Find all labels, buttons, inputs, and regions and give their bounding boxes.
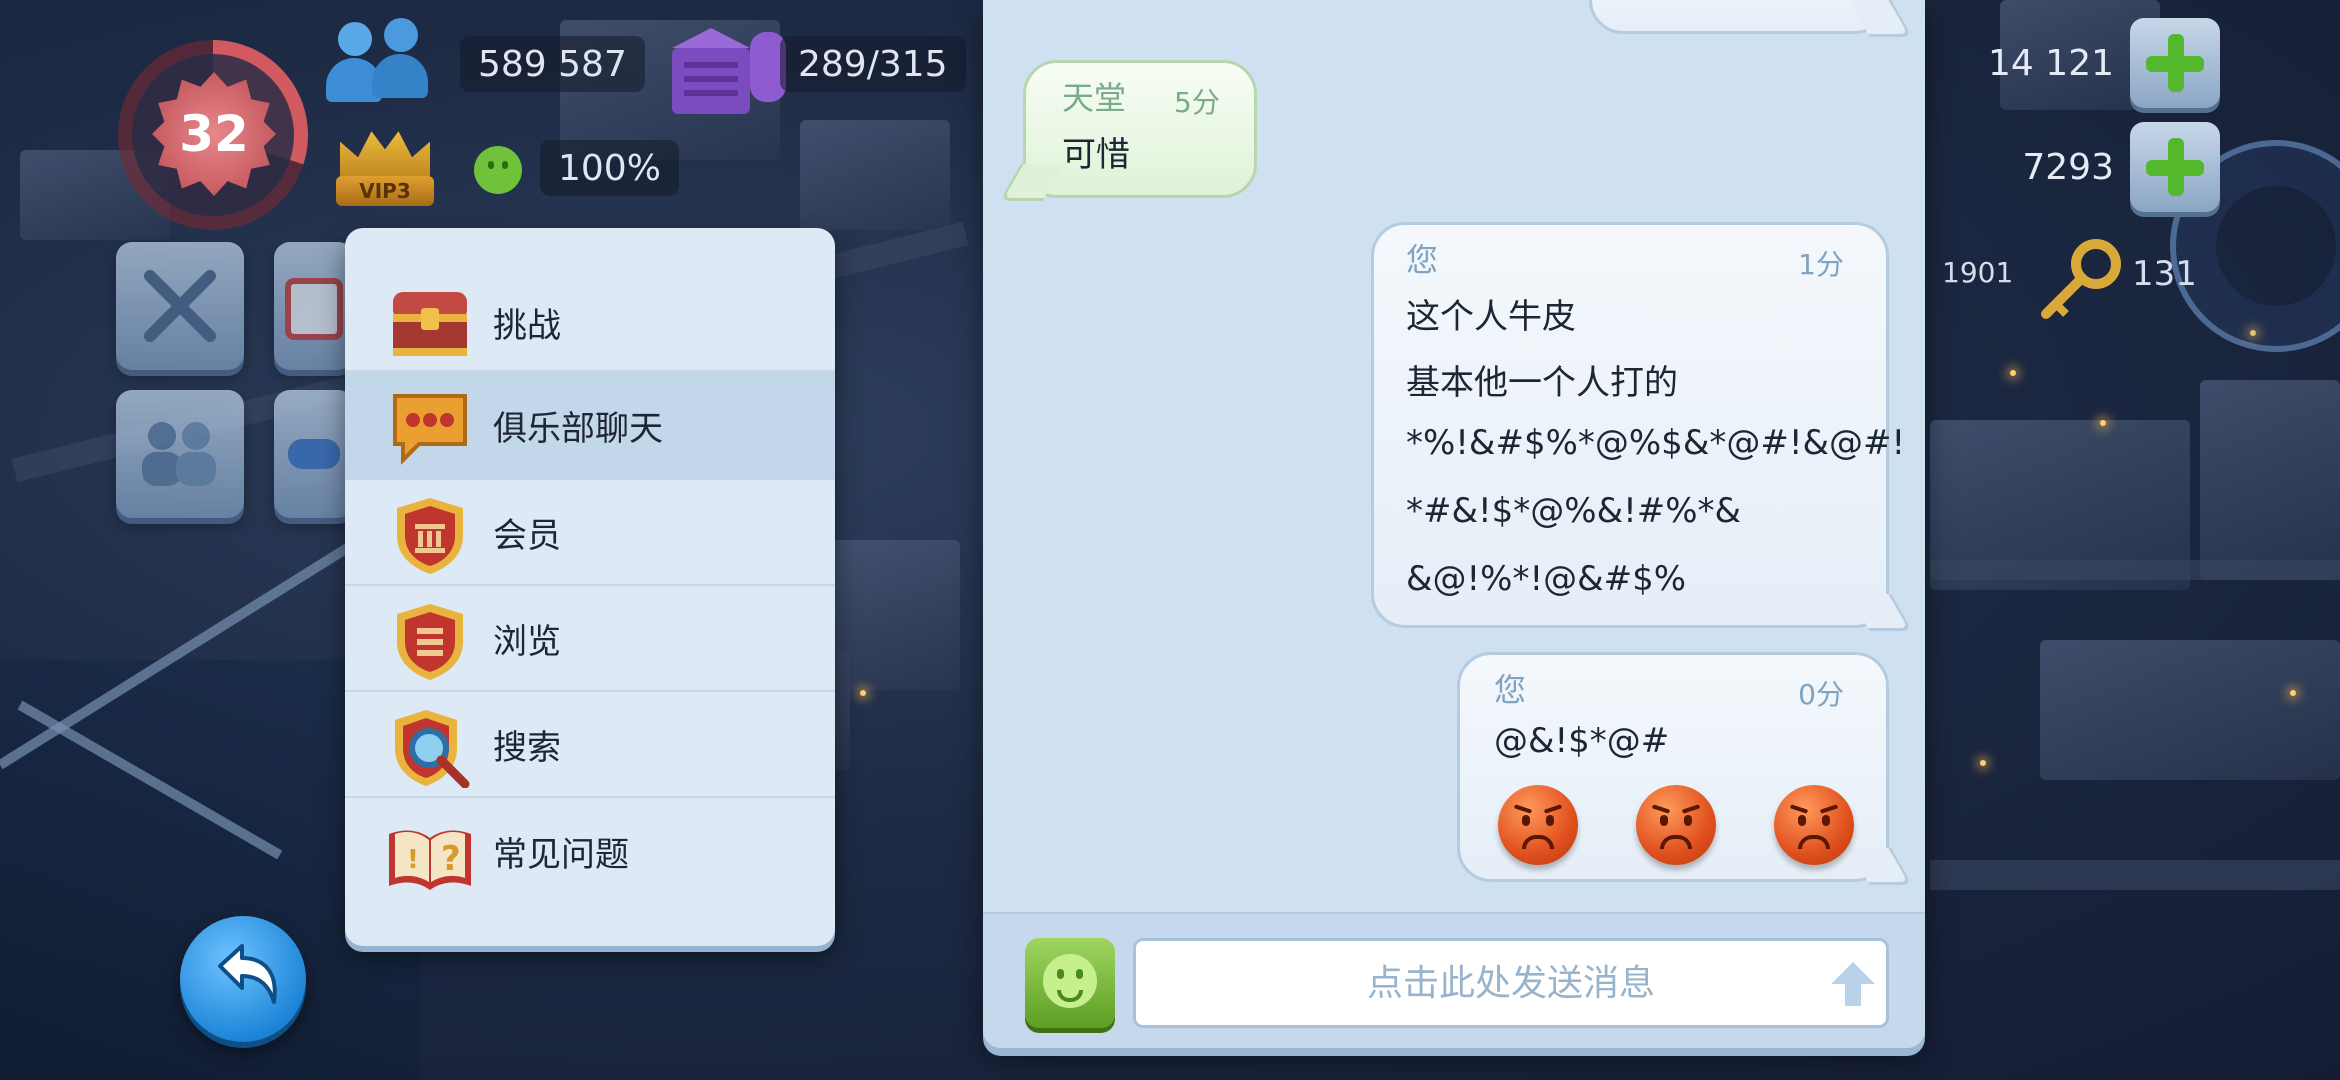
menu-item-label: 挑战 [493,306,561,346]
svg-text:?: ? [441,839,461,879]
population-icon [320,14,440,104]
simcash-count: 7293 [2022,146,2114,188]
population-count: 589 587 [460,36,645,92]
message-time: 0分 [1798,678,1844,711]
friends-button[interactable] [116,390,244,518]
club-chat-panel: 天堂 5分 可惜 您 1分 这个人牛皮 基本他一个人打的 *%!&#$%*@%$… [983,0,1925,1048]
browse-shield-icon [397,604,463,680]
treasure-chest-icon [393,292,467,356]
storage-icon [672,28,786,114]
menu-item-search[interactable]: 搜索 [345,692,835,798]
simcash-row: 7293 [2022,122,2220,212]
calendar-button[interactable] [274,242,354,370]
club-menu: 挑战 俱乐部聊天 会员 浏览 搜索 ? ! 常见问题 [345,228,835,946]
vip-label: VIP3 [336,176,434,206]
key-icon [2041,239,2121,319]
buy-simcash-button[interactable] [2130,122,2220,212]
menu-item-club-chat[interactable]: 俱乐部聊天 [345,372,835,480]
friends-icon [142,422,216,486]
menu-item-browse[interactable]: 浏览 [345,586,835,692]
happiness-icon [474,146,522,194]
message-text: &@!%*!@&#$% [1406,559,1687,599]
storage-count: 289/315 [780,36,966,92]
menu-item-label: 常见问题 [493,834,629,875]
message-time: 5分 [1174,86,1220,119]
message-text: 这个人牛皮 [1406,297,1576,337]
chat-input-bar [983,912,1925,1048]
menu-item-label: 会员 [493,515,561,556]
golden-keys-count: 1901 [1942,256,2014,289]
chat-message-own: 您 0分 @&!$*@# [1457,652,1913,885]
chat-bubble-icon [393,394,467,465]
faq-book-icon: ? ! [389,830,471,890]
sad-face-emoji-icon [1774,785,1854,865]
message-text: @&!$*@# [1494,721,1670,761]
keys-row: 1901 131 [1942,238,2202,319]
menu-item-members[interactable]: 会员 [345,480,835,586]
menu-item-label: 浏览 [493,621,561,662]
members-shield-icon [397,498,463,574]
chat-bubble-partial [1589,0,1913,37]
svg-text:!: ! [407,845,419,875]
gamepad-icon [288,439,340,469]
search-magnifier-icon [395,710,470,788]
emoji-picker-button[interactable] [1025,938,1115,1028]
build-tools-button[interactable] [116,242,244,370]
message-sender: 您 [1494,671,1527,709]
simoleons-row: 14 121 [1988,18,2220,108]
message-text: 基本他一个人打的 [1406,363,1678,403]
sad-face-emoji-icon [1498,785,1578,865]
send-arrow-icon[interactable] [1829,960,1877,1008]
message-time: 1分 [1798,248,1844,281]
back-button[interactable] [180,916,306,1042]
chat-message-own: 您 1分 这个人牛皮 基本他一个人打的 *%!&#$%*@%$&*@#!&@#!… [1371,222,1913,631]
wrench-screwdriver-icon [144,270,216,342]
menu-item-faq[interactable]: ? ! 常见问题 [345,798,835,904]
message-sender: 天堂 [1062,79,1127,117]
message-sender: 您 [1406,241,1439,279]
buy-simoleons-button[interactable] [2130,18,2220,108]
vip-badge[interactable]: VIP3 [330,118,440,218]
games-button[interactable] [274,390,354,518]
keys-count: 131 [2132,254,2197,294]
calendar-icon [285,278,343,340]
message-text: *#&!$*@%&!#%*& [1406,491,1742,531]
menu-item-label: 俱乐部聊天 [493,408,663,449]
menu-item-challenge[interactable]: 挑战 [345,228,835,372]
back-arrow-icon [218,944,277,1004]
message-input[interactable] [1133,938,1889,1028]
chat-message-other: 天堂 5分 可惜 [999,60,1257,201]
message-text: *%!&#$%*@%$&*@#!&@#! [1406,423,1906,463]
happiness-value: 100% [540,140,679,196]
message-text: 可惜 [1062,135,1130,175]
simoleons-count: 14 121 [1988,42,2114,84]
crown-icon [340,131,430,178]
sad-face-emoji-icon [1636,785,1716,865]
menu-item-label: 搜索 [493,727,561,768]
